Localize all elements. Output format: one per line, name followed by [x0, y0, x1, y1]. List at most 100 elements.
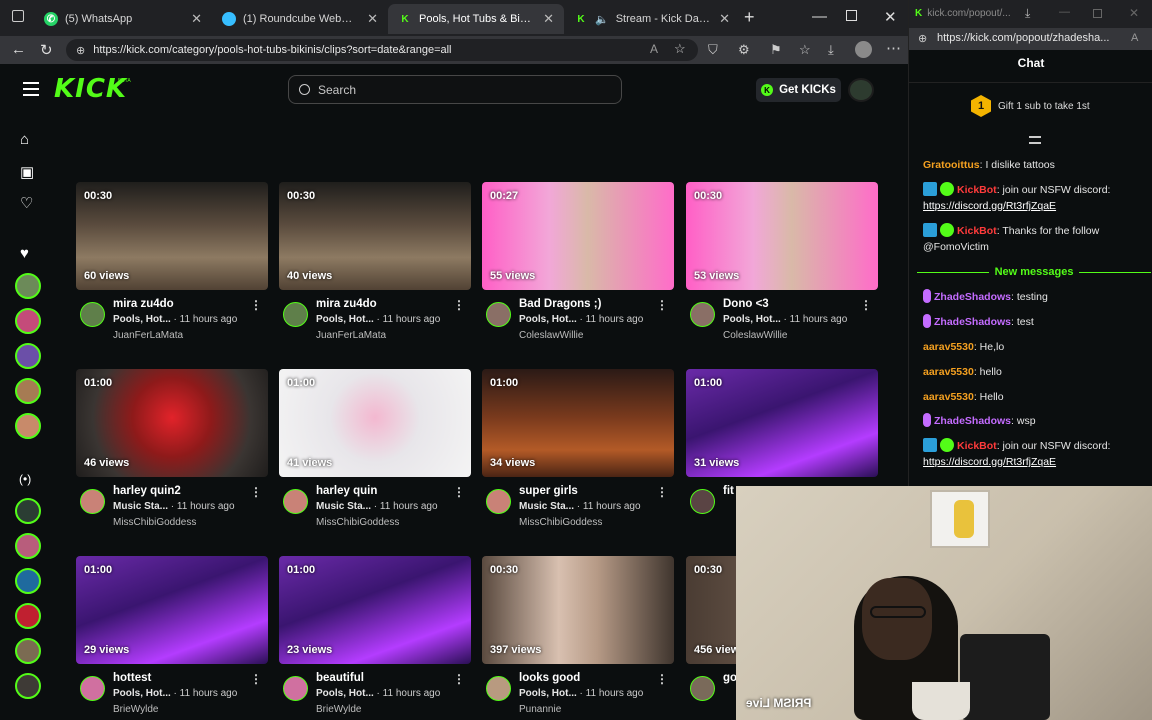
clip-title[interactable]: hottest — [113, 672, 151, 684]
clip-card[interactable]: 01:00 46 views harley quin2 Music Sta... · … — [76, 369, 268, 537]
clip-channel[interactable]: MissChibiGoddess — [519, 517, 602, 528]
clip-card[interactable]: 00:30 53 views Dono <3 Pools, Hot... · 11 h… — [686, 182, 878, 350]
clip-title[interactable]: go — [723, 672, 737, 684]
clip-category[interactable]: Pools, Hot... — [113, 688, 171, 699]
clip-category[interactable]: Pools, Hot... — [316, 314, 374, 325]
read-aloud-icon[interactable]: A — [1131, 32, 1138, 44]
clip-thumbnail[interactable]: 00:27 55 views — [482, 182, 674, 290]
clip-card[interactable]: 01:00 34 views super girls Music Sta... · 1… — [482, 369, 674, 537]
get-kicks-button[interactable]: K Get KICKs — [756, 78, 841, 102]
shield-icon[interactable]: ⛉ — [708, 42, 718, 58]
chat-username[interactable]: KickBot — [957, 225, 997, 237]
followed-channel-avatar[interactable] — [15, 413, 41, 439]
channel-avatar[interactable] — [690, 676, 715, 701]
chat-username[interactable]: aarav5530 — [923, 341, 974, 353]
clip-card[interactable]: 00:30 40 views mira zu4do Pools, Hot... · 1… — [279, 182, 471, 350]
recommended-channel-avatar[interactable] — [15, 638, 41, 664]
followed-channel-avatar[interactable] — [15, 273, 41, 299]
channel-avatar[interactable] — [486, 676, 511, 701]
close-icon[interactable]: ✕ — [543, 11, 554, 27]
chat-username[interactable]: Gratooittus — [923, 159, 980, 171]
tab-roundcube[interactable]: (1) Roundcube Webmail :: Inb ✕ — [212, 4, 388, 34]
clip-thumbnail[interactable]: 00:30 53 views — [686, 182, 878, 290]
channel-avatar[interactable] — [80, 489, 105, 514]
discord-link[interactable]: https://discord.gg/Rt3rfjZqaE — [923, 456, 1056, 468]
pinned-collapse-icon[interactable] — [1029, 136, 1041, 144]
followed-channel-avatar[interactable] — [15, 378, 41, 404]
close-icon[interactable]: ✕ — [719, 11, 730, 27]
more-options-icon[interactable]: ⋮ — [453, 672, 465, 686]
more-options-icon[interactable]: ⋮ — [453, 485, 465, 499]
clip-title[interactable]: mira zu4do — [316, 298, 377, 310]
more-options-icon[interactable]: ⋮ — [250, 485, 262, 499]
channel-avatar[interactable] — [283, 302, 308, 327]
clip-card[interactable]: 01:00 41 views harley quin Music Sta... · 1… — [279, 369, 471, 537]
minimize-icon[interactable]: — — [1059, 6, 1070, 18]
clip-channel[interactable]: MissChibiGoddess — [316, 517, 399, 528]
clip-thumbnail[interactable]: 01:00 46 views — [76, 369, 268, 477]
discord-link[interactable]: https://discord.gg/Rt3rfjZqaE — [923, 200, 1056, 212]
close-icon[interactable]: ✕ — [367, 11, 378, 27]
back-icon[interactable]: ← — [11, 41, 26, 58]
tab-kick-dashboard[interactable]: K 🔈 Stream - Kick Dashboard ✕ — [564, 4, 740, 34]
close-icon[interactable]: ✕ — [191, 11, 202, 27]
clip-title[interactable]: harley quin2 — [113, 485, 181, 497]
clip-card[interactable]: 01:00 29 views hottest Pools, Hot... · 11 h… — [76, 556, 268, 720]
clip-title[interactable]: mira zu4do — [113, 298, 174, 310]
clip-channel[interactable]: ColeslawWillie — [519, 330, 583, 341]
chat-username[interactable]: aarav5530 — [923, 366, 974, 378]
favorites-icon[interactable]: ☆ — [799, 42, 811, 58]
close-window-icon[interactable]: ✕ — [884, 8, 897, 26]
clip-category[interactable]: Music Sta... — [316, 501, 371, 512]
site-info-icon[interactable]: ⊕ — [918, 32, 927, 45]
clip-thumbnail[interactable]: 00:30 40 views — [279, 182, 471, 290]
channel-avatar[interactable] — [283, 489, 308, 514]
clip-card[interactable]: 00:30 397 views looks good Pools, Hot... · … — [482, 556, 674, 720]
followed-channel-avatar[interactable] — [15, 308, 41, 334]
maximize-icon[interactable] — [1093, 9, 1102, 18]
clip-channel[interactable]: ColeslawWillie — [723, 330, 787, 341]
extensions-icon[interactable]: ⚙ — [738, 42, 750, 58]
recommended-channel-avatar[interactable] — [15, 673, 41, 699]
chat-username[interactable]: ZhadeShadows — [934, 316, 1011, 328]
chat-username[interactable]: aarav5530 — [923, 391, 974, 403]
home-icon[interactable]: ⌂ — [20, 131, 29, 148]
channel-avatar[interactable] — [80, 302, 105, 327]
channel-avatar[interactable] — [486, 489, 511, 514]
clip-thumbnail[interactable]: 00:30 397 views — [482, 556, 674, 664]
chat-username[interactable]: KickBot — [957, 440, 997, 452]
recommended-channel-avatar[interactable] — [15, 498, 41, 524]
clip-channel[interactable]: BrieWylde — [316, 704, 361, 715]
more-options-icon[interactable]: ⋮ — [453, 298, 465, 312]
more-options-icon[interactable]: ⋮ — [860, 298, 872, 312]
search-input[interactable]: Search — [288, 75, 622, 104]
more-icon[interactable]: ⋯ — [886, 39, 901, 57]
clip-category[interactable]: Pools, Hot... — [519, 688, 577, 699]
clip-channel[interactable]: JuanFerLaMata — [113, 330, 183, 341]
clip-title[interactable]: fit — [723, 485, 734, 497]
close-window-icon[interactable]: ✕ — [1129, 6, 1139, 20]
clip-thumbnail[interactable]: 01:00 31 views — [686, 369, 878, 477]
kick-logo[interactable]: KICK — [54, 74, 127, 104]
favorite-star-icon[interactable]: ☆ — [674, 41, 686, 57]
chat-username[interactable]: ZhadeShadows — [934, 415, 1011, 427]
clip-channel[interactable]: MissChibiGoddess — [113, 517, 196, 528]
chat-username[interactable]: ZhadeShadows — [934, 291, 1011, 303]
more-options-icon[interactable]: ⋮ — [250, 672, 262, 686]
clip-thumbnail[interactable]: 01:00 34 views — [482, 369, 674, 477]
clip-category[interactable]: Pools, Hot... — [519, 314, 577, 325]
gift-sub-banner[interactable]: 1 Gift 1 sub to take 1st — [971, 95, 1090, 117]
clip-channel[interactable]: BrieWylde — [113, 704, 158, 715]
more-options-icon[interactable]: ⋮ — [250, 298, 262, 312]
read-aloud-icon[interactable]: A — [650, 42, 658, 56]
clip-title[interactable]: looks good — [519, 672, 580, 684]
clip-title[interactable]: Bad Dragons ;) — [519, 298, 601, 310]
minimize-icon[interactable]: — — [812, 8, 827, 25]
clip-thumbnail[interactable]: 01:00 41 views — [279, 369, 471, 477]
download-icon[interactable]: ⤓ — [1025, 6, 1030, 21]
clip-category[interactable]: Music Sta... — [519, 501, 574, 512]
clip-card[interactable]: 00:27 55 views Bad Dragons ;) Pools, Hot...… — [482, 182, 674, 350]
recommended-channel-avatar[interactable] — [15, 568, 41, 594]
clip-thumbnail[interactable]: 01:00 29 views — [76, 556, 268, 664]
channel-avatar[interactable] — [690, 302, 715, 327]
